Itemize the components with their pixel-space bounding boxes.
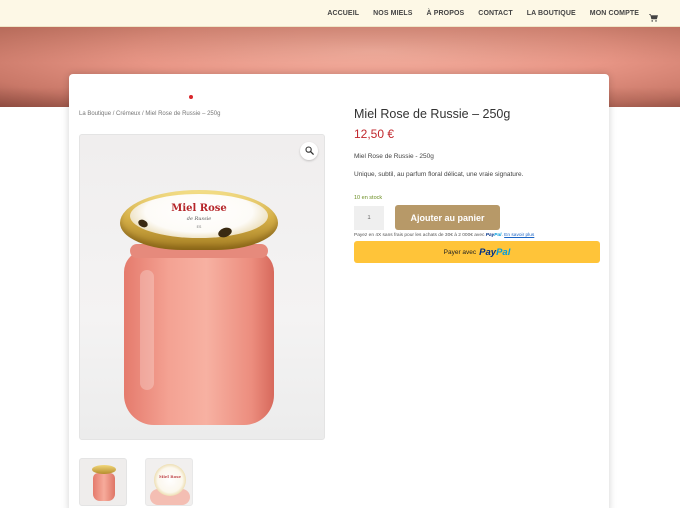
thumbnail-jar-body bbox=[93, 473, 115, 501]
product-price: 12,50 € bbox=[354, 127, 395, 141]
breadcrumb: La Boutique / Crémeux / Miel Rose de Rus… bbox=[79, 111, 220, 117]
add-to-cart-button[interactable]: Ajouter au panier bbox=[395, 205, 500, 230]
breadcrumb-current: Miel Rose de Russie – 250g bbox=[145, 111, 221, 117]
paypal-pay-later-message: Payez en 4X sans frais pour les achats d… bbox=[354, 233, 535, 238]
paypal-button-logo-pay: Pay bbox=[479, 246, 497, 258]
nav-item-nos-miels[interactable]: NOS MIELS bbox=[373, 10, 412, 17]
zoom-button[interactable] bbox=[300, 142, 318, 160]
gallery-thumbnail-2[interactable]: Miel Rose bbox=[145, 458, 193, 506]
paypal-logo-pay: Pay bbox=[485, 233, 495, 238]
thumbnail-label-text: Miel Rose bbox=[158, 474, 182, 479]
product-main-image[interactable]: Miel Rose de Russie ES bbox=[79, 134, 325, 440]
jar-label-footer: ES bbox=[196, 225, 202, 229]
jar-label-title: Miel Rose bbox=[171, 203, 227, 214]
cart-icon[interactable] bbox=[649, 9, 659, 22]
nav-item-mon-compte[interactable]: MON COMPTE bbox=[590, 10, 639, 17]
indicator-dot bbox=[189, 95, 193, 99]
jar-label-subtitle: de Russie bbox=[186, 216, 212, 222]
add-to-cart-form: Ajouter au panier bbox=[354, 204, 600, 231]
magnifier-icon bbox=[304, 142, 314, 160]
thumbnail-jar-lid bbox=[92, 465, 116, 474]
jar-shine bbox=[140, 270, 154, 390]
gallery-thumbnail-1[interactable] bbox=[79, 458, 127, 506]
product-tagline: Unique, subtil, au parfum floral délicat… bbox=[354, 171, 524, 178]
product-title: Miel Rose de Russie – 250g bbox=[354, 107, 511, 121]
learn-more-link[interactable]: En savoir plus bbox=[504, 233, 534, 238]
nav-item-contact[interactable]: CONTACT bbox=[478, 10, 512, 17]
product-short-description: Miel Rose de Russie - 250g bbox=[354, 153, 434, 160]
paypal-button-prefix: Payer avec bbox=[443, 248, 477, 256]
quantity-input[interactable] bbox=[354, 206, 384, 230]
stock-status: 10 en stock bbox=[354, 195, 383, 201]
main-nav: ACCUEIL NOS MIELS À PROPOS CONTACT LA BO… bbox=[313, 9, 659, 22]
nav-item-accueil[interactable]: ACCUEIL bbox=[327, 10, 359, 17]
breadcrumb-link-cremeux[interactable]: Crémeux bbox=[116, 111, 140, 117]
jar-lid-label: Miel Rose de Russie ES bbox=[130, 194, 268, 238]
paypal-button-logo-pal: Pal bbox=[496, 246, 511, 258]
thumbnail-jar-top: Miel Rose bbox=[154, 464, 186, 496]
nav-item-a-propos[interactable]: À PROPOS bbox=[427, 10, 465, 17]
site-header: ACCUEIL NOS MIELS À PROPOS CONTACT LA BO… bbox=[0, 0, 680, 27]
product-summary: Miel Rose de Russie – 250g 12,50 € Miel … bbox=[354, 107, 600, 263]
honey-jar-illustration: Miel Rose de Russie ES bbox=[120, 190, 280, 430]
thumbnail-jar bbox=[92, 465, 116, 501]
nav-item-la-boutique[interactable]: LA BOUTIQUE bbox=[527, 10, 576, 17]
pay-later-text: Payez en 4X sans frais pour les achats d… bbox=[354, 233, 485, 238]
breadcrumb-link-boutique[interactable]: La Boutique bbox=[79, 111, 111, 117]
paypal-checkout-button[interactable]: Payer avec Pay Pal bbox=[354, 241, 600, 263]
jar-lid: Miel Rose de Russie ES bbox=[120, 190, 278, 250]
paypal-logo-pal: Pal bbox=[494, 233, 502, 238]
product-card: La Boutique / Crémeux / Miel Rose de Rus… bbox=[69, 74, 609, 508]
